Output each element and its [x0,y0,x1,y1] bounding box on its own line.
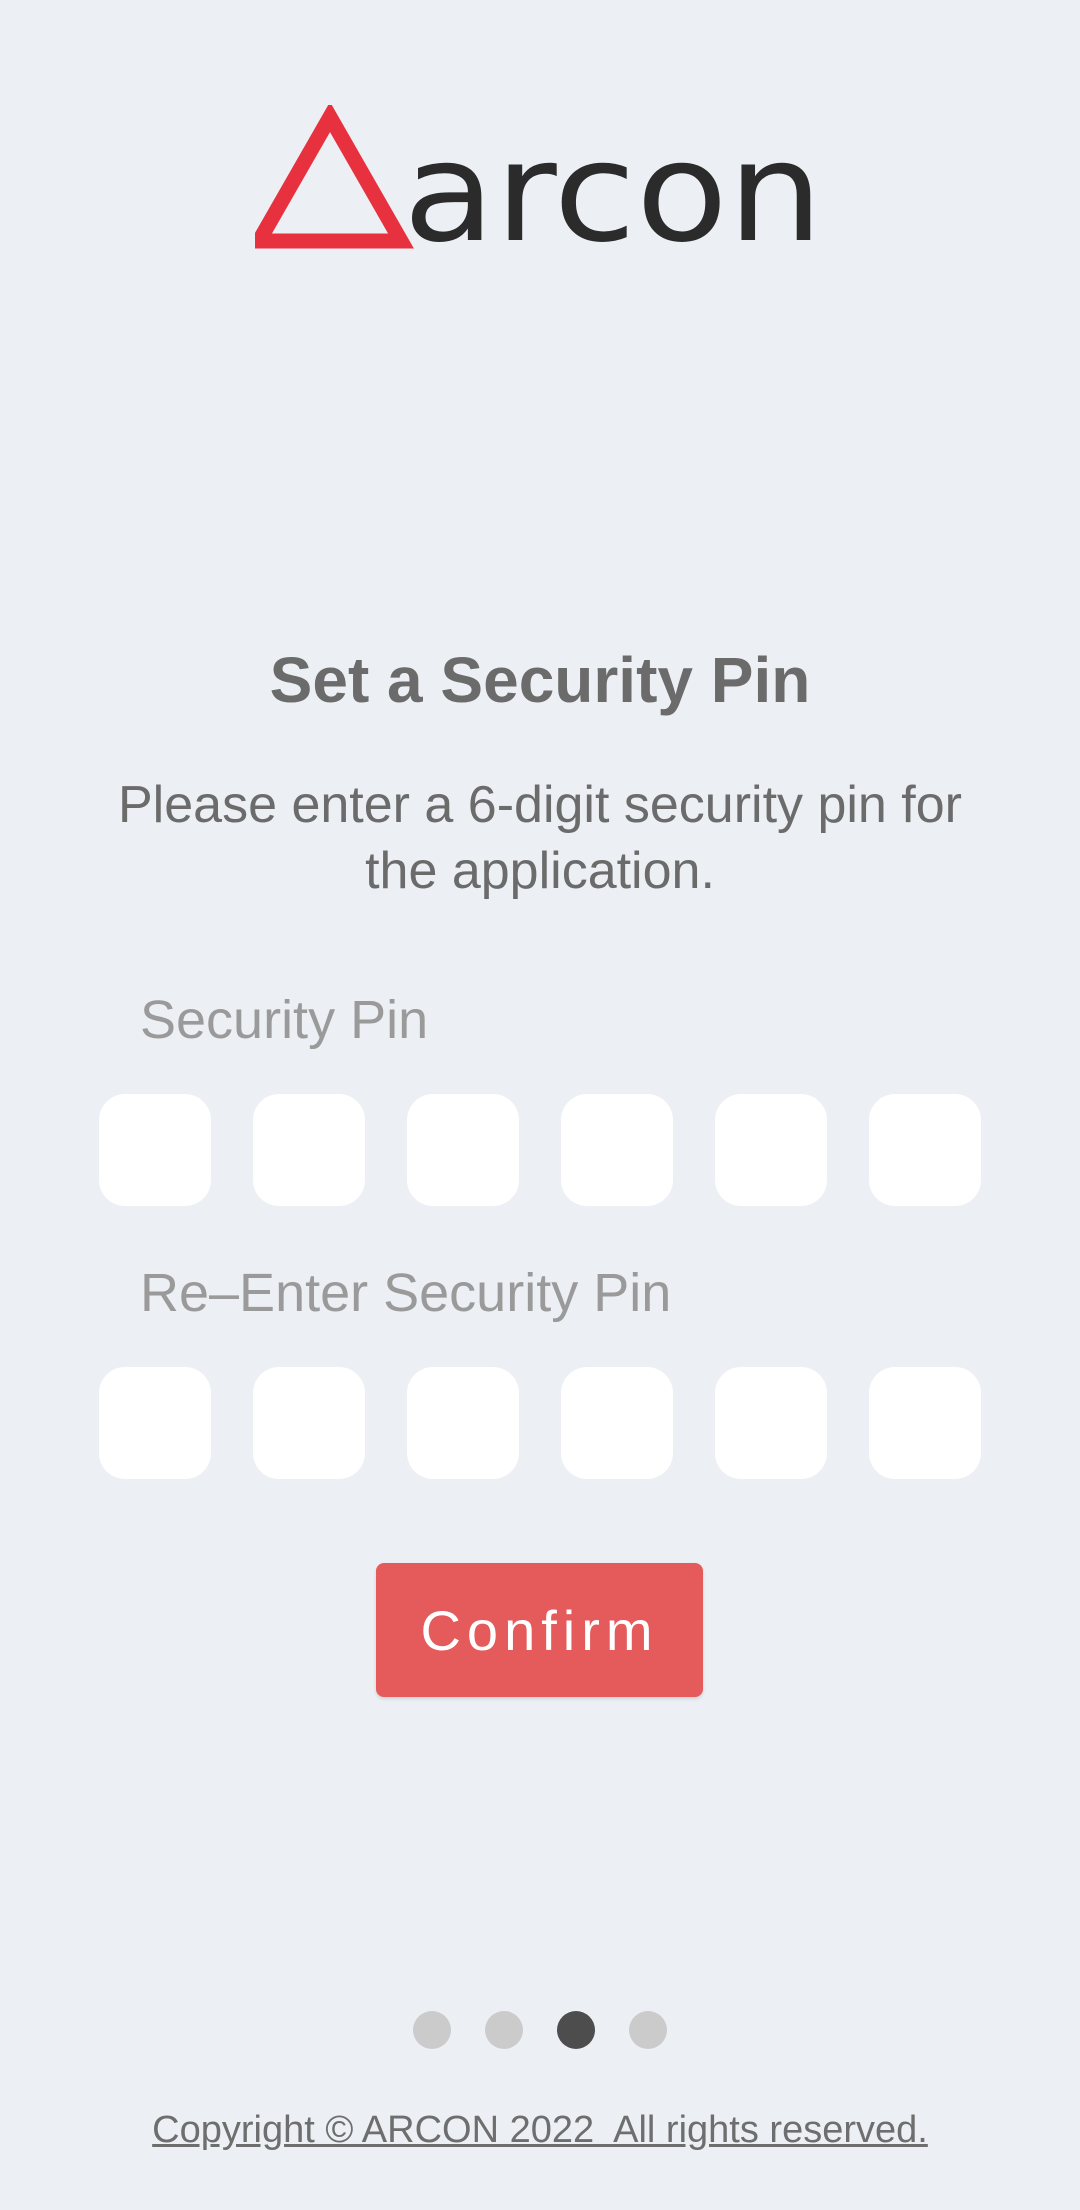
page-title: Set a Security Pin [269,644,811,716]
reenter-pin-digit-5[interactable] [715,1367,827,1479]
page-subtitle: Please enter a 6-digit security pin for … [118,776,962,900]
security-pin-digit-2[interactable] [253,1094,365,1206]
security-pin-digit-6[interactable] [869,1094,981,1206]
page-indicator-dot-3 [557,2011,595,2049]
page-indicator-dot-1 [413,2011,451,2049]
page-indicator-dot-4 [629,2011,667,2049]
security-pin-label: Security Pin [140,990,429,1050]
reenter-pin-label: Re–Enter Security Pin [140,1263,672,1323]
security-pin-digit-3[interactable] [407,1094,519,1206]
arcon-logo: arcon [0,105,1080,250]
security-pin-digit-5[interactable] [715,1094,827,1206]
reenter-pin-input-row [99,1367,981,1479]
page-indicator [0,2011,1080,2049]
reenter-pin-digit-2[interactable] [253,1367,365,1479]
reenter-pin-digit-4[interactable] [561,1367,673,1479]
page-indicator-dot-2 [485,2011,523,2049]
reenter-pin-digit-6[interactable] [869,1367,981,1479]
reenter-pin-digit-3[interactable] [407,1367,519,1479]
arcon-logo-graphic: arcon [255,105,823,250]
confirm-button[interactable]: Confirm [376,1563,703,1697]
triangle-icon [255,105,414,249]
logo-wordmark: arcon [403,112,823,250]
reenter-pin-digit-1[interactable] [99,1367,211,1479]
security-pin-digit-1[interactable] [99,1094,211,1206]
copyright-link[interactable]: Copyright © ARCON 2022 All rights reserv… [0,2106,1080,2154]
security-pin-digit-4[interactable] [561,1094,673,1206]
security-pin-input-row [99,1094,981,1206]
